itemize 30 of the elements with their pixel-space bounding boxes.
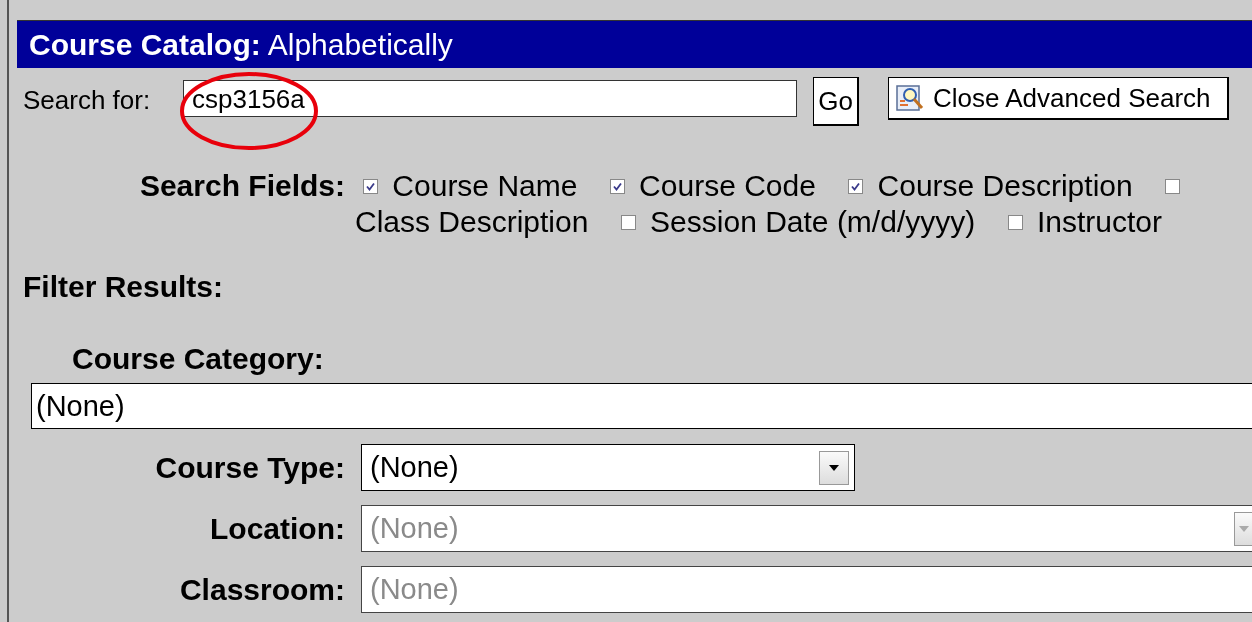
checkbox[interactable] bbox=[848, 179, 864, 194]
field-label: Classroom: bbox=[178, 572, 345, 607]
checkbox-label: Course Description bbox=[877, 169, 1133, 202]
checkbox-label: Instructor bbox=[1036, 205, 1162, 238]
checkbox[interactable] bbox=[1165, 179, 1180, 194]
checkbox-label: Session Date (m/d/yyyy) bbox=[650, 205, 976, 238]
checkmark-icon bbox=[850, 181, 862, 192]
search-document-icon bbox=[895, 83, 925, 113]
header-title: Course Catalog: bbox=[29, 27, 261, 62]
checkbox-label: Class Description bbox=[355, 205, 589, 238]
field-label: Course Category: bbox=[72, 342, 325, 376]
checkbox[interactable] bbox=[609, 179, 625, 194]
checkmark-icon bbox=[611, 181, 623, 192]
category-list[interactable]: (None) bbox=[31, 383, 1252, 429]
checkbox[interactable] bbox=[363, 179, 378, 194]
search-field[interactable]: csp3156a bbox=[183, 80, 797, 117]
checkbox[interactable] bbox=[1007, 215, 1023, 230]
header-subtitle: Alphabetically bbox=[267, 27, 453, 62]
close-search-button[interactable]: Close Advanced Search bbox=[888, 77, 1229, 120]
search-fields-label: Search Fields: bbox=[138, 168, 345, 204]
go-button[interactable]: Go bbox=[813, 77, 859, 126]
checkbox[interactable] bbox=[620, 215, 636, 230]
field-label: Course Type: bbox=[154, 450, 345, 485]
field-label: Location: bbox=[209, 511, 345, 546]
checkbox-label: Course Code bbox=[639, 169, 816, 202]
dropdown[interactable]: (None) bbox=[361, 444, 855, 491]
checkbox-label: Course Name bbox=[392, 169, 578, 202]
checkmark-icon bbox=[365, 181, 376, 192]
search-label: Search for: bbox=[23, 85, 152, 116]
filter-heading: Filter Results: bbox=[23, 270, 225, 304]
